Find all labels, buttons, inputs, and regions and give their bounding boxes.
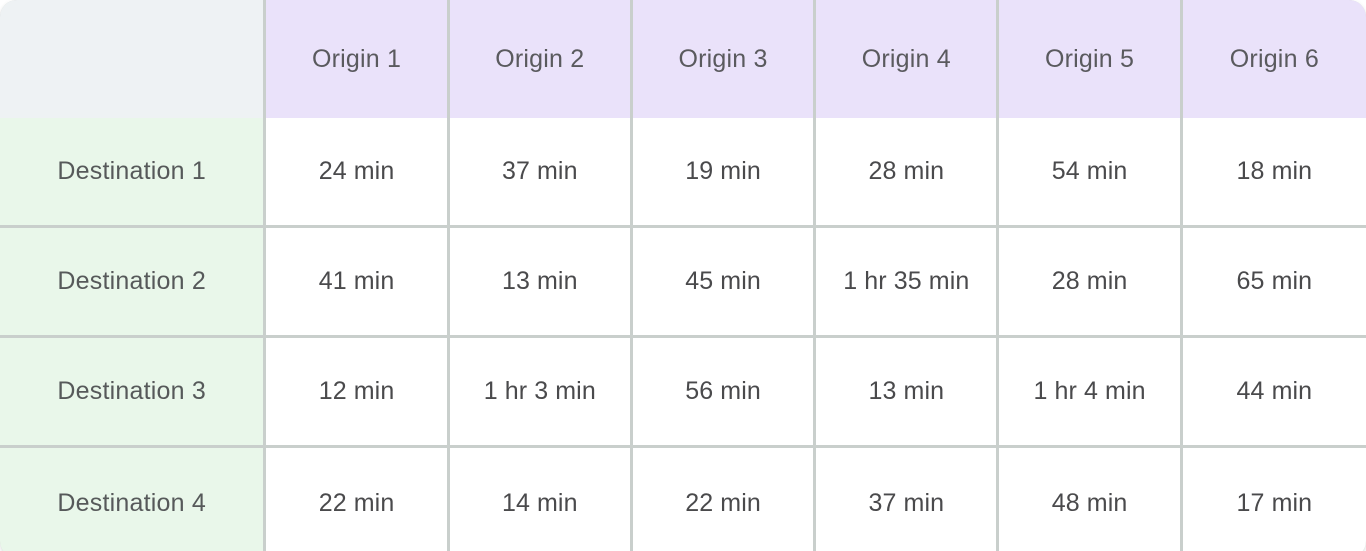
cell-d2-o1[interactable]: 41 min: [266, 228, 450, 338]
cell-d2-o3[interactable]: 45 min: [632, 228, 817, 338]
column-header-origin-5[interactable]: Origin 5: [999, 0, 1183, 118]
cell-d4-o3[interactable]: 22 min: [632, 448, 817, 551]
table-row: Destination 3 12 min 1 hr 3 min 56 min 1…: [0, 338, 1366, 448]
row-header-destination-1[interactable]: Destination 1: [0, 118, 267, 228]
cell-d4-o2[interactable]: 14 min: [449, 448, 633, 551]
table-row: Destination 1 24 min 37 min 19 min 28 mi…: [0, 118, 1366, 228]
row-header-destination-2[interactable]: Destination 2: [0, 228, 267, 338]
cell-d2-o6[interactable]: 65 min: [1182, 228, 1366, 338]
cell-d2-o2[interactable]: 13 min: [449, 228, 633, 338]
column-header-origin-4[interactable]: Origin 4: [816, 0, 1000, 118]
matrix-corner-cell: [0, 0, 267, 118]
row-header-destination-3[interactable]: Destination 3: [0, 338, 267, 448]
column-header-origin-3[interactable]: Origin 3: [632, 0, 817, 118]
cell-d1-o4[interactable]: 28 min: [816, 118, 1000, 228]
cell-d1-o1[interactable]: 24 min: [266, 118, 450, 228]
cell-d1-o2[interactable]: 37 min: [449, 118, 633, 228]
cell-d3-o1[interactable]: 12 min: [266, 338, 450, 448]
cell-d4-o5[interactable]: 48 min: [999, 448, 1183, 551]
cell-d3-o4[interactable]: 13 min: [816, 338, 1000, 448]
table-row: Destination 4 22 min 14 min 22 min 37 mi…: [0, 448, 1366, 551]
column-header-origin-2[interactable]: Origin 2: [449, 0, 633, 118]
table-row: Destination 2 41 min 13 min 45 min 1 hr …: [0, 228, 1366, 338]
table-header-row: Origin 1 Origin 2 Origin 3 Origin 4 Orig…: [0, 0, 1366, 118]
cell-d4-o6[interactable]: 17 min: [1182, 448, 1366, 551]
column-header-origin-6[interactable]: Origin 6: [1182, 0, 1366, 118]
cell-d3-o6[interactable]: 44 min: [1182, 338, 1366, 448]
column-header-origin-1[interactable]: Origin 1: [266, 0, 450, 118]
cell-d1-o6[interactable]: 18 min: [1182, 118, 1366, 228]
row-header-destination-4[interactable]: Destination 4: [0, 448, 267, 551]
cell-d3-o3[interactable]: 56 min: [632, 338, 817, 448]
travel-time-matrix: Origin 1 Origin 2 Origin 3 Origin 4 Orig…: [0, 0, 1366, 551]
cell-d1-o5[interactable]: 54 min: [999, 118, 1183, 228]
cell-d1-o3[interactable]: 19 min: [632, 118, 817, 228]
cell-d2-o4[interactable]: 1 hr 35 min: [816, 228, 1000, 338]
cell-d2-o5[interactable]: 28 min: [999, 228, 1183, 338]
origin-destination-matrix-table: Origin 1 Origin 2 Origin 3 Origin 4 Orig…: [0, 0, 1366, 551]
cell-d4-o4[interactable]: 37 min: [816, 448, 1000, 551]
cell-d3-o5[interactable]: 1 hr 4 min: [999, 338, 1183, 448]
cell-d3-o2[interactable]: 1 hr 3 min: [449, 338, 633, 448]
cell-d4-o1[interactable]: 22 min: [266, 448, 450, 551]
